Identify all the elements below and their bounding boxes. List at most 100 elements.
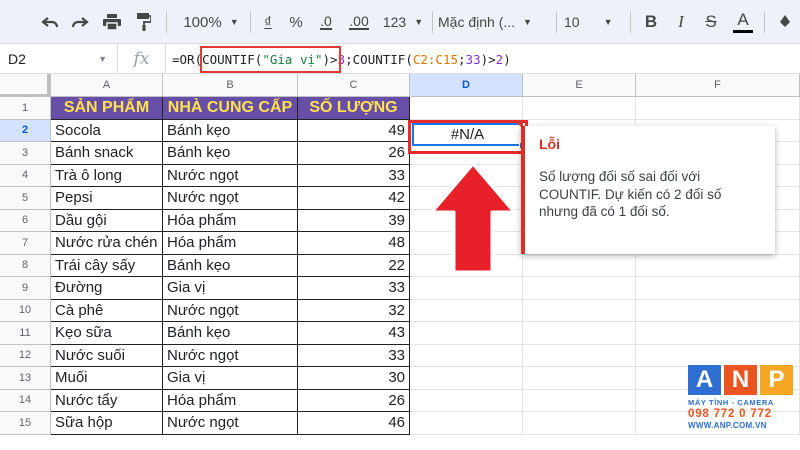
row-header[interactable]: 9 [0,277,51,300]
column-header-b[interactable]: B [163,74,298,97]
cell-e12[interactable] [523,344,636,367]
cell-a2[interactable]: Socola [51,119,163,142]
cell-a11[interactable]: Kẹo sữa [51,322,163,345]
cell-b10[interactable]: Nước ngọt [163,299,298,322]
strikethrough-button[interactable]: S [698,0,724,44]
cell-d14[interactable] [410,389,523,412]
row-header[interactable]: 2 [0,119,51,142]
cell-d2[interactable]: #N/A [412,123,523,146]
cell-e14[interactable] [523,389,636,412]
column-header-c[interactable]: C [298,74,410,97]
cell-c7[interactable]: 48 [298,232,410,255]
row-header[interactable]: 6 [0,209,51,232]
cell-c14[interactable]: 26 [298,389,410,412]
cell-b12[interactable]: Nước ngọt [163,344,298,367]
cell-a12[interactable]: Nước suối [51,344,163,367]
cell-d1[interactable] [410,97,523,120]
cell-e10[interactable] [523,299,636,322]
cell-a10[interactable]: Cà phê [51,299,163,322]
cell-f1[interactable] [636,97,800,120]
row-header[interactable]: 12 [0,344,51,367]
currency-format-button[interactable]: ₫ [256,0,280,44]
undo-icon[interactable] [36,0,64,44]
cell-a8[interactable]: Trái cây sấy [51,254,163,277]
decrease-decimal-button[interactable]: .0 [312,0,340,44]
cell-a7[interactable]: Nước rửa chén [51,232,163,255]
cell-c15[interactable]: 46 [298,412,410,435]
row-header[interactable]: 13 [0,367,51,390]
row-header[interactable]: 11 [0,322,51,345]
cell-d10[interactable] [410,299,523,322]
cell-f8[interactable] [636,254,800,277]
cell-b6[interactable]: Hóa phẩm [163,209,298,232]
row-header[interactable]: 1 [0,97,51,120]
cell-a5[interactable]: Pepsi [51,187,163,210]
cell-c5[interactable]: 42 [298,187,410,210]
cell-b5[interactable]: Nước ngọt [163,187,298,210]
italic-button[interactable]: I [668,0,694,44]
more-formats-select[interactable]: 123 ▼ [378,0,428,44]
cell-b8[interactable]: Bánh kẹo [163,254,298,277]
increase-decimal-button[interactable]: .00 [344,0,374,44]
cell-c3[interactable]: 26 [298,142,410,165]
cell-b9[interactable]: Gia vị [163,277,298,300]
cell-a6[interactable]: Dầu gội [51,209,163,232]
cell-a1[interactable]: SẢN PHẨM [51,97,163,120]
row-header[interactable]: 4 [0,164,51,187]
cell-b1[interactable]: NHÀ CUNG CẤP [163,97,298,120]
cell-b7[interactable]: Hóa phẩm [163,232,298,255]
column-header-d[interactable]: D [410,74,523,97]
cell-a15[interactable]: Sữa hộp [51,412,163,435]
cell-e8[interactable] [523,254,636,277]
row-header[interactable]: 14 [0,389,51,412]
cell-c1[interactable]: SỐ LƯỢNG [298,97,410,120]
font-family-select[interactable]: Mặc định (... ▼ [438,0,556,44]
cell-b11[interactable]: Bánh kẹo [163,322,298,345]
cell-c8[interactable]: 22 [298,254,410,277]
cell-a4[interactable]: Trà ô long [51,164,163,187]
column-header-a[interactable]: A [51,74,163,97]
fill-color-icon[interactable] [770,0,800,44]
cell-d15[interactable] [410,412,523,435]
cell-b4[interactable]: Nước ngọt [163,164,298,187]
cell-b15[interactable]: Nước ngọt [163,412,298,435]
cell-d9[interactable] [410,277,523,300]
cell-b14[interactable]: Hóa phẩm [163,389,298,412]
cell-c6[interactable]: 39 [298,209,410,232]
cell-d12[interactable] [410,344,523,367]
cell-e1[interactable] [523,97,636,120]
cell-a14[interactable]: Nước tẩy [51,389,163,412]
row-header[interactable]: 5 [0,187,51,210]
row-header[interactable]: 10 [0,299,51,322]
percent-format-button[interactable]: % [284,0,308,44]
cell-e9[interactable] [523,277,636,300]
text-color-button[interactable]: A [730,0,756,44]
font-size-select[interactable]: 10 ▼ [564,0,624,44]
cell-c13[interactable]: 30 [298,367,410,390]
name-box[interactable]: D2 ▼ [0,44,118,74]
bold-button[interactable]: B [638,0,664,44]
redo-icon[interactable] [66,0,94,44]
cell-e11[interactable] [523,322,636,345]
cell-b13[interactable]: Gia vị [163,367,298,390]
cell-c9[interactable]: 33 [298,277,410,300]
cell-a13[interactable]: Muối [51,367,163,390]
cell-c2[interactable]: 49 [298,119,410,142]
paint-format-icon[interactable] [130,0,158,44]
select-all-corner[interactable] [0,74,51,97]
cell-a9[interactable]: Đường [51,277,163,300]
cell-e15[interactable] [523,412,636,435]
cell-f11[interactable] [636,322,800,345]
cell-d11[interactable] [410,322,523,345]
cell-f10[interactable] [636,299,800,322]
cell-b2[interactable]: Bánh kẹo [163,119,298,142]
cell-c11[interactable]: 43 [298,322,410,345]
row-header[interactable]: 15 [0,412,51,435]
row-header[interactable]: 3 [0,142,51,165]
cell-c4[interactable]: 33 [298,164,410,187]
cell-e13[interactable] [523,367,636,390]
cell-d13[interactable] [410,367,523,390]
row-header[interactable]: 7 [0,232,51,255]
zoom-select[interactable]: 100% ▼ [178,0,244,44]
cell-c12[interactable]: 33 [298,344,410,367]
